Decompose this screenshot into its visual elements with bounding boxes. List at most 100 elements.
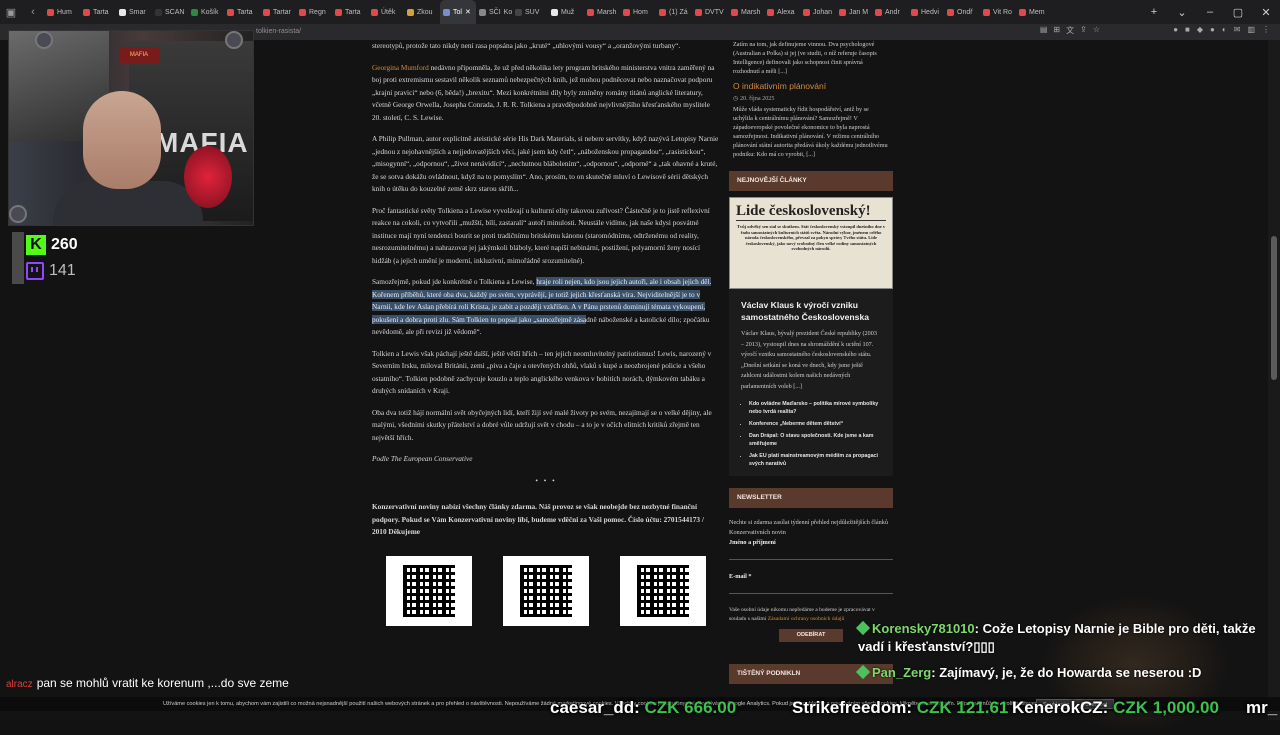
name-label: Jméno a příjmení	[729, 539, 776, 546]
chat-username: Pan_Zerg	[872, 665, 932, 680]
chat-text: : Zajímavý, je, že do Howarda se neserou…	[931, 665, 1202, 680]
browser-tab[interactable]: SUV	[512, 0, 548, 24]
minimize-button[interactable]: –	[1196, 6, 1224, 19]
browser-tab[interactable]: Marsh	[728, 0, 764, 24]
paragraph: Samozřejmě, pokud jde konkrétně o Tolkie…	[372, 276, 720, 339]
email-field[interactable]	[729, 582, 893, 594]
list-item[interactable]: Konference „Neberme dětem dětství“	[749, 420, 881, 428]
tab-label: Muž	[561, 8, 575, 16]
maximize-button[interactable]: ▢	[1224, 6, 1252, 19]
banner: MAFIA	[119, 47, 159, 63]
browser-tab[interactable]: Vit Ro	[980, 0, 1016, 24]
chat-feed: Korensky781010: Cože Letopisy Narnie je …	[855, 620, 1258, 690]
tab-list-icon[interactable]: ⌄	[1168, 6, 1196, 19]
browser-tab[interactable]: Mem	[1016, 0, 1052, 24]
tab-favicon-icon	[551, 8, 558, 16]
browser-tab[interactable]: Tartar	[260, 0, 296, 24]
share-icon[interactable]: ⇪	[1080, 25, 1087, 36]
browser-tab[interactable]: (1) Zá	[656, 0, 692, 24]
browser-tab[interactable]: Marsh	[584, 0, 620, 24]
browser-tab[interactable]: Hom	[620, 0, 656, 24]
bookmark-icon[interactable]: ☆	[1093, 25, 1100, 36]
browser-tab[interactable]: Hum	[44, 0, 80, 24]
article-source: Podle The European Conservative	[372, 454, 473, 463]
featured-article-title[interactable]: Václav Klaus k výročí vzniku samostatnéh…	[729, 289, 893, 329]
profile-icon[interactable]: ●	[1173, 25, 1178, 34]
browser-tab[interactable]: Andr	[872, 0, 908, 24]
new-tab-button[interactable]: +	[1140, 6, 1168, 19]
browser-tab[interactable]: Tarta	[224, 0, 260, 24]
list-item[interactable]: Jak EU platí mainstreamovým médiím za pr…	[749, 452, 881, 468]
paragraph: Proč fantastické světy Tolkiena a Lewise…	[372, 205, 710, 265]
translate-icon[interactable]: 文	[1066, 25, 1074, 36]
paragraph: stereotypů, protože tato nikdy není rasa…	[372, 41, 681, 50]
scrollbar-thumb[interactable]	[1271, 236, 1277, 380]
tab-favicon-icon	[443, 8, 450, 16]
kick-viewer-count: 260	[51, 236, 78, 253]
address-actions: ▤ ⊞ 文 ⇪ ☆	[1040, 25, 1100, 36]
browser-tab[interactable]: Ondř	[944, 0, 980, 24]
browser-tab[interactable]: Jan M	[836, 0, 872, 24]
kick-icon: K	[26, 235, 46, 255]
browser-tab[interactable]: Muž	[548, 0, 584, 24]
tab-favicon-icon	[119, 8, 126, 16]
browser-tab[interactable]: Tarta	[332, 0, 368, 24]
subscribe-button[interactable]: ODEBÍRAT	[779, 629, 843, 642]
paragraph: Tolkien a Lewis však páchají ještě další…	[372, 348, 712, 396]
tab-label: Alexa	[777, 8, 795, 16]
microphone-icon	[184, 146, 232, 208]
chat-badge-icon	[855, 620, 871, 636]
browser-tab[interactable]: DVTV	[692, 0, 728, 24]
tab-actions-icon[interactable]: ▣	[0, 0, 22, 24]
browser-tab[interactable]: Tol ✕	[440, 0, 476, 24]
tab-label: SUV	[525, 8, 540, 16]
browser-tab[interactable]: Košík	[188, 0, 224, 24]
sidebar-icon[interactable]: ▥	[1247, 25, 1255, 34]
author-link[interactable]: Georgina Mumford	[372, 63, 429, 72]
extension-icon[interactable]: ■	[1185, 25, 1190, 34]
chat-text: pan se mohlů vratit ke korenum ,...do sv…	[36, 676, 289, 690]
privacy-link[interactable]: Zásadami ochrany osobních údajů	[768, 616, 845, 622]
url-field[interactable]: tolkien-rasista/	[256, 25, 301, 39]
list-item[interactable]: Kdo ovládne Maďarsko – politika mírové s…	[749, 400, 881, 416]
tab-favicon-icon	[227, 8, 234, 16]
extension-icon[interactable]: ✉	[1234, 25, 1241, 34]
browser-tab[interactable]: Zkou	[404, 0, 440, 24]
newsletter-heading: NEWSLETTER	[729, 488, 893, 508]
tab-label: Komi	[503, 8, 512, 16]
article-thumbnail[interactable]: Lide československý! Tvůj odvěký sen sta…	[729, 197, 893, 289]
back-tabs-icon[interactable]: ‹	[22, 0, 44, 24]
browser-tab[interactable]: Tarta	[80, 0, 116, 24]
tab-favicon-icon	[839, 8, 846, 16]
list-item[interactable]: Dan Drápal: O stavu společnosti. Kde jsm…	[749, 432, 881, 448]
extension-icon[interactable]: ◐	[1222, 25, 1227, 34]
tab-favicon-icon	[731, 8, 738, 16]
extension-icon[interactable]: ◆	[1197, 25, 1203, 34]
browser-tab[interactable]: SCAN	[152, 0, 188, 24]
name-field[interactable]	[729, 548, 893, 560]
page-info-icon[interactable]: ▤	[1040, 25, 1048, 36]
tab-label: Johan	[813, 8, 833, 16]
tab-label: Košík	[201, 8, 219, 16]
browser-tab[interactable]: Smar	[116, 0, 152, 24]
chat-message: Pan_Zerg: Zajímavý, je, že do Howarda se…	[855, 664, 1258, 682]
featured-article-excerpt: Václav Klaus, bývalý prezident České rep…	[741, 330, 877, 390]
browser-tab[interactable]: Alexa	[764, 0, 800, 24]
browser-tab[interactable]: Johan	[800, 0, 836, 24]
menu-icon[interactable]: ⋮	[1262, 25, 1270, 34]
close-tab-icon[interactable]: ✕	[465, 8, 471, 16]
browser-tab[interactable]: Regn	[296, 0, 332, 24]
close-window-button[interactable]: ✕	[1252, 6, 1280, 19]
donation-ticker: caesar_dd: CZK 666.00 Strikefreedom: CZK…	[0, 698, 1280, 720]
reader-icon[interactable]: ⊞	[1053, 25, 1060, 36]
donation-item: Strikefreedom: CZK 121.61	[792, 698, 1009, 717]
sidebar-article-title[interactable]: O indikativním plánování	[729, 80, 893, 92]
qr-code	[386, 555, 472, 626]
browser-tab[interactable]: Hedvi	[908, 0, 944, 24]
extension-icon[interactable]: ●	[1210, 25, 1215, 34]
tab-label: Jan M	[849, 8, 869, 16]
donation-item: mr_	[1246, 698, 1278, 717]
scrollbar[interactable]	[1268, 40, 1280, 720]
browser-tab[interactable]: SČIKomi	[476, 0, 512, 24]
browser-tab[interactable]: Útěk	[368, 0, 404, 24]
